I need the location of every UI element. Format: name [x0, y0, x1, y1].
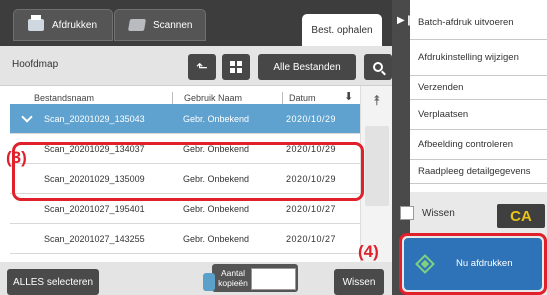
action-menu: Batch-afdruk uitvoeren Afdrukinstelling …	[410, 0, 547, 192]
bottom-action-bar: ALLES selecteren Wissen	[0, 262, 392, 295]
file-name: Scan_20201029_134037	[44, 143, 145, 154]
sort-descending-icon[interactable]: ⬇	[344, 90, 353, 103]
file-date: 2020/10/29	[286, 113, 337, 124]
tab-scan-label: Scannen	[153, 19, 193, 31]
menu-item-send[interactable]: Verzenden	[410, 76, 547, 100]
file-name: Scan_20201027_195401	[44, 203, 145, 214]
file-type-filter-label: Alle Bestanden	[273, 61, 341, 73]
menu-item-batch-print[interactable]: Batch-afdruk uitvoeren	[410, 6, 547, 40]
copies-label: Aantal kopieën	[218, 268, 248, 288]
search-button[interactable]	[364, 54, 392, 80]
menu-item-label: Verplaatsen	[418, 108, 469, 120]
toner-icon	[203, 273, 215, 291]
file-list: Scan_20201029_135043 Gebr. Onbekend 2020…	[10, 103, 360, 254]
print-now-button[interactable]: Nu afdrukken	[404, 238, 542, 290]
clear-all-button[interactable]: CA	[497, 204, 545, 228]
scroll-to-top-button[interactable]: ⯭	[361, 86, 393, 114]
menu-item-check-image[interactable]: Afbeelding controleren	[410, 130, 547, 160]
tab-retrieve[interactable]: Best. ophalen	[302, 14, 382, 46]
grid-icon	[230, 61, 242, 73]
file-name: Scan_20201027_143255	[44, 233, 145, 244]
file-user: Gebr. Onbekend	[183, 203, 250, 214]
menu-item-label: Raadpleeg detailgegevens	[418, 165, 531, 177]
tab-print-label: Afdrukken	[52, 19, 98, 31]
scrollbar-thumb[interactable]	[365, 126, 389, 206]
file-row[interactable]: Scan_20201027_143255 Gebr. Onbekend 2020…	[10, 224, 360, 254]
chevron-down-icon	[21, 111, 33, 123]
current-folder: Hoofdmap	[12, 59, 59, 70]
tab-retrieve-label: Best. ophalen	[311, 24, 373, 36]
double-chevron-up-icon: ⯭	[372, 91, 382, 108]
file-date: 2020/10/27	[286, 203, 337, 214]
column-header-date[interactable]: Datum	[289, 93, 316, 103]
column-header-user[interactable]: Gebruik Naam	[184, 93, 242, 103]
file-row[interactable]: Scan_20201029_134037 Gebr. Onbekend 2020…	[10, 134, 360, 164]
delete-button[interactable]: Wissen	[334, 269, 384, 295]
menu-item-label: Verzenden	[418, 81, 464, 93]
file-user: Gebr. Onbekend	[183, 173, 250, 184]
tab-scan[interactable]: Scannen	[114, 9, 206, 41]
step-3-label: (3)	[6, 148, 27, 167]
clear-checkbox[interactable]	[400, 206, 414, 220]
file-user: Gebr. Onbekend	[183, 143, 250, 154]
arrow-up-icon: ⬑	[196, 58, 208, 75]
search-icon	[373, 62, 383, 72]
file-row[interactable]: Scan_20201029_135043 Gebr. Onbekend 2020…	[10, 104, 360, 134]
retrieve-file-screen: Afdrukken Scannen Best. ophalen Hoofdmap…	[0, 0, 547, 295]
scanner-icon	[127, 19, 147, 31]
folder-up-button[interactable]: ⬑	[188, 54, 216, 80]
menu-item-move[interactable]: Verplaatsen	[410, 100, 547, 130]
folder-toolbar: Hoofdmap ⬑ Alle Bestanden	[0, 46, 392, 86]
menu-item-label: Afdrukinstelling wijzigen	[418, 51, 519, 63]
file-user: Gebr. Onbekend	[183, 233, 250, 244]
clear-checkbox-label: Wissen	[422, 208, 455, 219]
file-date: 2020/10/29	[286, 173, 337, 184]
file-list-panel: Hoofdmap ⬑ Alle Bestanden Bestandsnaam G…	[0, 46, 392, 295]
select-all-button[interactable]: ALLES selecteren	[7, 269, 99, 295]
menu-item-label: Afbeelding controleren	[418, 138, 514, 150]
tab-print[interactable]: Afdrukken	[13, 9, 113, 41]
column-header-name[interactable]: Bestandsnaam	[34, 93, 94, 103]
file-date: 2020/10/27	[286, 233, 337, 244]
mode-tab-bar: Afdrukken Scannen Best. ophalen	[0, 0, 392, 46]
file-user: Gebr. Onbekend	[183, 113, 250, 124]
file-row[interactable]: Scan_20201029_135009 Gebr. Onbekend 2020…	[10, 164, 360, 194]
thumbnail-view-button[interactable]	[222, 54, 250, 80]
copies-input[interactable]	[251, 268, 296, 290]
menu-item-print-setting[interactable]: Afdrukinstelling wijzigen	[410, 40, 547, 76]
file-date: 2020/10/29	[286, 143, 337, 154]
print-now-label: Nu afdrukken	[456, 258, 513, 269]
file-name: Scan_20201029_135009	[44, 173, 145, 184]
clear-all-label: CA	[510, 207, 532, 225]
file-name: Scan_20201029_135043	[44, 113, 145, 124]
menu-item-details[interactable]: Raadpleeg detailgegevens	[410, 160, 547, 184]
menu-item-label: Batch-afdruk uitvoeren	[418, 16, 514, 28]
step-4-label: (4)	[358, 242, 379, 261]
start-icon	[415, 254, 435, 274]
select-all-label: ALLES selecteren	[12, 276, 94, 288]
delete-label: Wissen	[342, 276, 376, 288]
file-row[interactable]: Scan_20201027_195401 Gebr. Onbekend 2020…	[10, 194, 360, 224]
file-type-filter-button[interactable]: Alle Bestanden	[258, 54, 356, 80]
printer-icon	[28, 15, 44, 31]
